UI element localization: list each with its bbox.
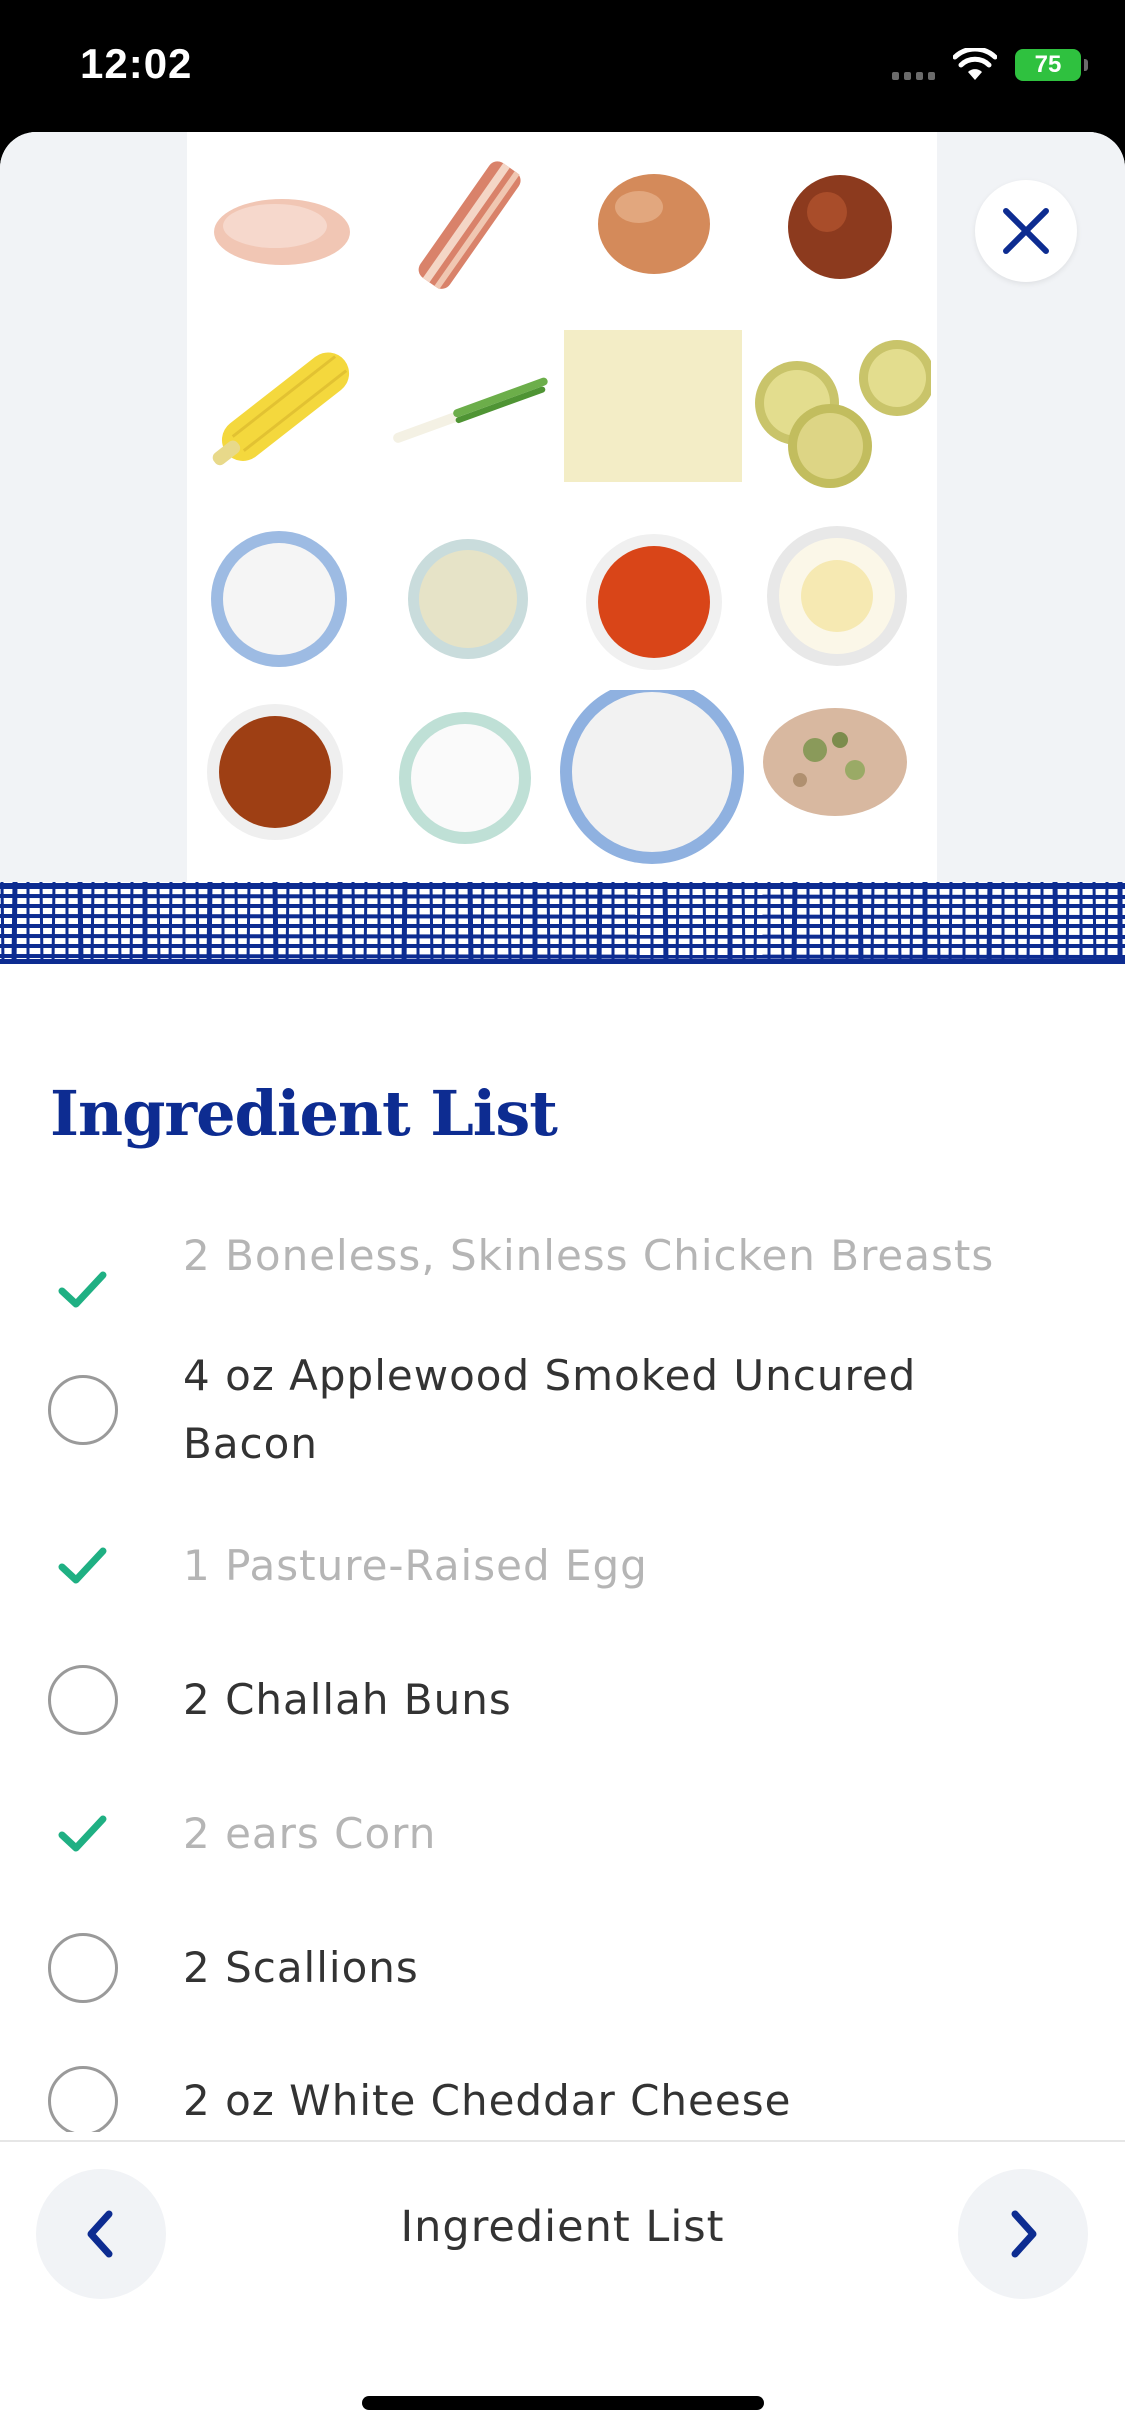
recipe-sheet: Ingredient List 2 Boneless, Skinless Chi…	[0, 132, 1125, 2436]
ingredient-label: 1 Pasture-Raised Egg	[183, 1541, 648, 1590]
ingredient-label: 2 oz White Cheddar Cheese	[183, 2076, 792, 2125]
cheese-image	[564, 330, 742, 482]
home-indicator	[362, 2396, 764, 2410]
ingredient-list: 2 Boneless, Skinless Chicken Breasts 4 oz…	[0, 1222, 1125, 2132]
spice-blend-image	[763, 708, 907, 816]
milk-bowl-image	[399, 712, 531, 844]
bun-image	[788, 175, 892, 279]
butter-bowl-image	[767, 526, 907, 666]
close-button[interactable]	[975, 180, 1077, 282]
wifi-icon	[953, 48, 997, 80]
battery-icon: 75	[1015, 49, 1088, 81]
unchecked-circle[interactable]	[48, 1375, 118, 1445]
ingredient-label: 2 Challah Buns	[183, 1675, 512, 1724]
status-indicators: 75	[892, 48, 1088, 82]
battery-level: 75	[1034, 51, 1062, 78]
cornstarch-bowl-image	[560, 690, 744, 864]
corn-image	[212, 352, 350, 466]
section-title: Ingredient List	[50, 1077, 558, 1150]
chevron-right-icon	[1011, 2210, 1037, 2258]
bottom-nav-label: Ingredient List	[400, 2202, 725, 2252]
unchecked-circle[interactable]	[48, 1933, 118, 2003]
ingredient-label: 4 oz Applewood Smoked Uncured Bacon	[183, 1351, 917, 1468]
pickles-image	[755, 340, 931, 488]
ingredient-label: 2 ears Corn	[183, 1809, 437, 1858]
ingredients-photo	[187, 132, 937, 882]
bacon-image	[418, 161, 521, 290]
scallion-image	[393, 377, 548, 443]
unchecked-circle[interactable]	[48, 2066, 118, 2132]
hot-sauce-bowl-image	[586, 534, 722, 670]
check-icon[interactable]	[48, 1255, 118, 1325]
hero-image-area	[0, 132, 1125, 882]
status-bar: 12:02 75	[0, 0, 1125, 132]
flour-bowl-image	[211, 531, 347, 667]
ingredient-label: 2 Scallions	[183, 1943, 419, 1992]
status-time: 12:02	[80, 40, 193, 87]
close-icon	[1003, 208, 1049, 254]
unchecked-circle[interactable]	[48, 1665, 118, 1735]
next-button[interactable]	[958, 2169, 1088, 2299]
ingredient-label: 2 Boneless, Skinless Chicken Breasts	[183, 1231, 995, 1280]
check-icon[interactable]	[48, 1799, 118, 1869]
plaid-divider	[0, 882, 1125, 964]
honey-bowl-image	[207, 704, 343, 840]
egg-image	[598, 174, 710, 274]
dressing-bowl-image	[408, 539, 528, 659]
bottom-nav-bar: Ingredient List	[0, 2140, 1125, 2436]
chicken-breast-image	[214, 199, 350, 265]
check-icon[interactable]	[48, 1531, 118, 1601]
cellular-signal-icon	[892, 50, 935, 80]
